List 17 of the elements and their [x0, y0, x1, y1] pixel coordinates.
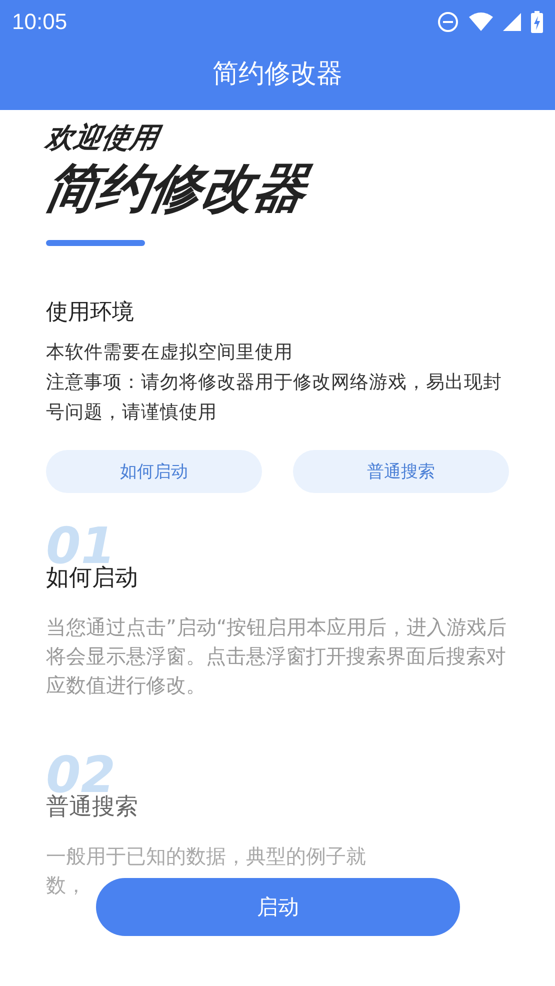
paragraph: 本软件需要在虚拟空间里使用: [46, 341, 294, 365]
welcome-subtitle: 欢迎使用: [42, 120, 162, 156]
app-title: 简约修改器: [212, 58, 344, 91]
paragraph: 注意事项：请勿将修改器用于修改网络游戏，易出现封号问题，请谨慎使用: [46, 371, 503, 425]
wifi-icon: [469, 12, 493, 32]
paragraph: 当您通过点击”启动“按钮启用本应用后，进入游戏后将会显示悬浮窗。点击悬浮窗打开搜索界面后搜索对应数值进行修改。: [46, 614, 508, 699]
start-button[interactable]: 启动: [96, 878, 460, 936]
paragraph: 一般用于已知的数据，典型的例子就: [46, 843, 366, 870]
signal-icon: [503, 12, 521, 32]
battery-icon: [531, 11, 543, 33]
status-time: 10:05: [12, 9, 68, 35]
hero-title: 简约修改器: [40, 158, 312, 221]
paragraph: 数，: [46, 872, 86, 899]
shortcut-button[interactable]: 如何启动: [46, 450, 262, 493]
shortcut-button[interactable]: 普通搜索: [293, 450, 509, 493]
do-not-disturb-icon: [437, 11, 459, 33]
section-heading: 使用环境: [46, 299, 134, 327]
